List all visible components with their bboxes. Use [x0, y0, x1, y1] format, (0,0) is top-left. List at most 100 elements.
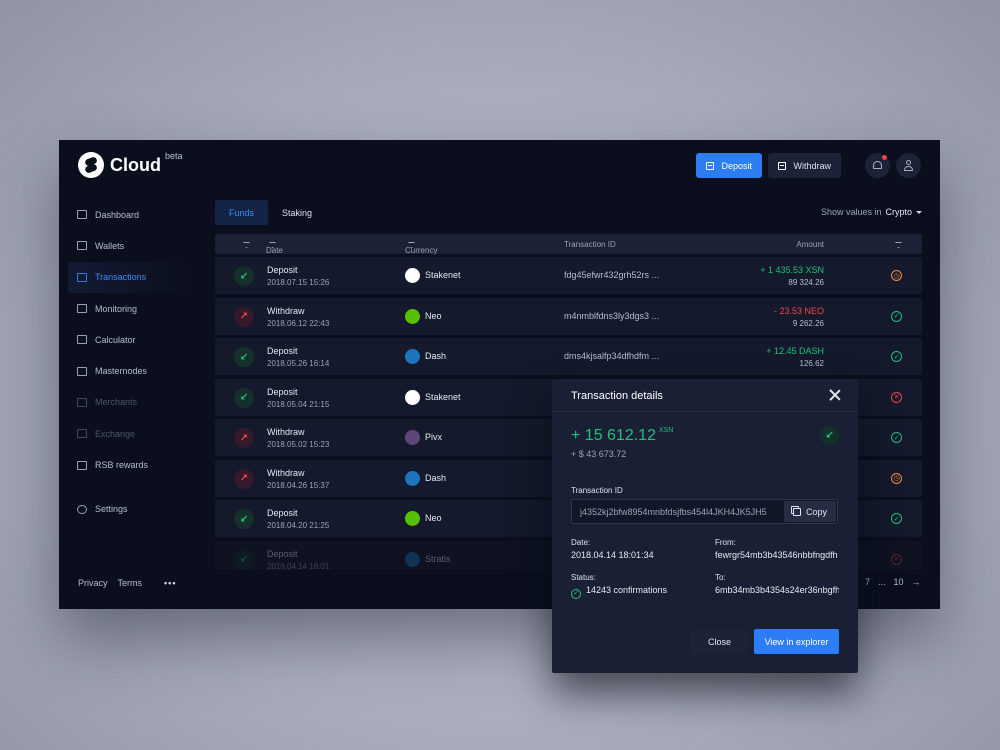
close-icon[interactable]	[829, 389, 841, 401]
logo[interactable]: Cloud beta	[78, 151, 183, 178]
gear-icon	[77, 504, 87, 514]
row-currency: Dash	[425, 351, 447, 361]
sidebar-item-label: Transactions	[95, 272, 147, 283]
cloud-logo-icon	[78, 152, 104, 178]
next-page-icon[interactable]: →	[912, 577, 921, 587]
modal-amount-unit: XSN	[658, 427, 674, 434]
sidebar-item-label: Merchants	[95, 397, 138, 408]
beta-badge: beta	[165, 151, 183, 161]
withdraw-arrow-icon: ↗	[234, 468, 254, 489]
table-row[interactable]: ↗ Withdraw 2018.06.12 22:43 Neo m4nmblfd…	[215, 297, 922, 335]
row-currency: Stakenet	[425, 270, 461, 280]
table-row[interactable]: ↙ Deposit 2018.05.26 16:14 Dash dms4kjsa…	[215, 338, 922, 375]
table-header: Date Currency Transaction ID Amount	[215, 234, 922, 255]
sidebar-item-dashboard[interactable]: Dashboard	[68, 199, 188, 230]
to-label: To:	[715, 573, 726, 582]
neo-icon	[405, 308, 420, 324]
sidebar-item-settings[interactable]: Settings	[68, 494, 188, 525]
status-value: ✓ 14243 confirmations	[571, 585, 711, 599]
copy-button[interactable]: Copy	[784, 501, 836, 522]
show-values-current: Crypto	[885, 207, 912, 217]
row-amount: + 12.45 DASH	[766, 346, 824, 356]
pagination: 7 ... 10 →	[865, 577, 921, 587]
notification-dot	[882, 155, 887, 160]
rewards-icon	[77, 460, 87, 470]
notifications-button[interactable]	[865, 153, 890, 178]
error-circle-icon: ✕	[891, 553, 902, 565]
column-amount: Amount	[796, 240, 824, 249]
check-circle-icon: ✓	[891, 310, 902, 322]
stratis-icon	[405, 551, 420, 567]
filter-icon[interactable]	[892, 240, 902, 249]
row-date: 2018.04.14 18:01	[267, 561, 330, 571]
sidebar-item-label: Monitoring	[95, 303, 138, 314]
row-type: Withdraw	[267, 427, 305, 437]
date-label: Date:	[571, 538, 591, 547]
check-circle-icon: ✓	[891, 513, 902, 524]
sidebar-item-calculator[interactable]: Calculator	[68, 324, 188, 355]
sidebar-item-transactions[interactable]: Transactions	[68, 261, 188, 293]
stakenet-icon	[405, 389, 420, 405]
check-circle-icon: ✓	[571, 589, 581, 599]
date-value: 2018.04.14 18:01:34	[571, 550, 654, 560]
chevron-down-icon	[916, 211, 922, 215]
close-button[interactable]: Close	[691, 629, 748, 654]
card-icon	[706, 161, 715, 170]
sidebar-item-wallets[interactable]: Wallets	[68, 230, 188, 261]
status-label: Status:	[571, 573, 596, 582]
bell-icon	[873, 161, 882, 169]
to-value: 6mb34mb3b4354s24er36nbgfh	[715, 585, 839, 595]
column-currency[interactable]: Currency	[405, 240, 437, 255]
page-10[interactable]: 10	[894, 577, 904, 587]
deposit-arrow-icon: ↙	[234, 266, 254, 286]
row-amount-usd: 126.62	[799, 359, 824, 368]
sidebar-item-masternodes[interactable]: Masternodes	[68, 355, 188, 386]
more-options-icon[interactable]: •••	[164, 578, 176, 588]
terms-link[interactable]: Terms	[118, 578, 143, 588]
dash-icon	[405, 349, 420, 364]
view-in-explorer-button[interactable]: View in explorer	[754, 629, 839, 654]
dashboard-icon	[77, 210, 87, 220]
sidebar-item-label: Masternodes	[95, 366, 148, 377]
profile-button[interactable]	[896, 153, 921, 178]
copy-label: Copy	[805, 506, 827, 517]
column-date-label: Date	[266, 246, 283, 255]
from-value: fewrgr54mb3b43546nbbfngdfh	[715, 550, 838, 560]
app-name: Cloud	[110, 154, 161, 175]
row-type: Deposit	[267, 548, 298, 559]
withdraw-arrow-icon: ↗	[234, 428, 254, 448]
sidebar-item-label: Calculator	[95, 334, 136, 345]
modal-amount-value: + 15 612.12	[571, 427, 656, 444]
sidebar-item-exchange: Exchange	[68, 418, 188, 449]
sidebar-item-label: Dashboard	[95, 209, 140, 220]
sidebar-item-label: RSB rewards	[95, 460, 149, 471]
column-date[interactable]: Date	[266, 240, 283, 255]
deposit-arrow-icon: ↙	[820, 426, 839, 445]
row-txid: dms4kjsalfp34dfhdfm ...	[564, 351, 660, 361]
withdraw-button[interactable]: Withdraw	[768, 153, 841, 178]
txid-label: Transaction ID	[571, 486, 623, 495]
show-values-select[interactable]: Show values in Crypto	[821, 207, 922, 217]
neo-icon	[405, 511, 420, 526]
deposit-button[interactable]: Deposit	[696, 153, 762, 178]
row-amount: + 1 435.53 XSN	[760, 265, 824, 275]
txid-field[interactable]: j4352kj2bfw8954mnbfdsjfbs454l4JKH4JK5JH5…	[571, 499, 838, 524]
page-7[interactable]: 7	[865, 577, 870, 587]
sidebar: Dashboard Wallets Transactions Monitorin…	[68, 199, 188, 525]
row-type: Deposit	[267, 346, 298, 356]
tab-staking[interactable]: Staking	[268, 200, 326, 225]
sidebar-item-label: Exchange	[95, 428, 136, 439]
filter-icon[interactable]	[240, 240, 250, 249]
row-type: Withdraw	[267, 467, 305, 478]
transaction-details-modal: Transaction details + 15 612.12 XSN + $ 4…	[552, 379, 858, 673]
deposit-label: Deposit	[721, 160, 752, 171]
table-row[interactable]: ↙ Deposit 2018.07.15 15:26 Stakenet fdg4…	[215, 257, 922, 294]
modal-amount-usd: + $ 43 673.72	[571, 449, 627, 459]
privacy-link[interactable]: Privacy	[78, 578, 108, 588]
monitoring-icon	[77, 304, 87, 314]
modal-amount: + 15 612.12 XSN	[571, 427, 673, 445]
sidebar-item-rsb-rewards[interactable]: RSB rewards	[68, 449, 188, 480]
column-currency-label: Currency	[405, 246, 438, 255]
tab-funds[interactable]: Funds	[215, 200, 269, 225]
sidebar-item-monitoring[interactable]: Monitoring	[68, 293, 188, 324]
